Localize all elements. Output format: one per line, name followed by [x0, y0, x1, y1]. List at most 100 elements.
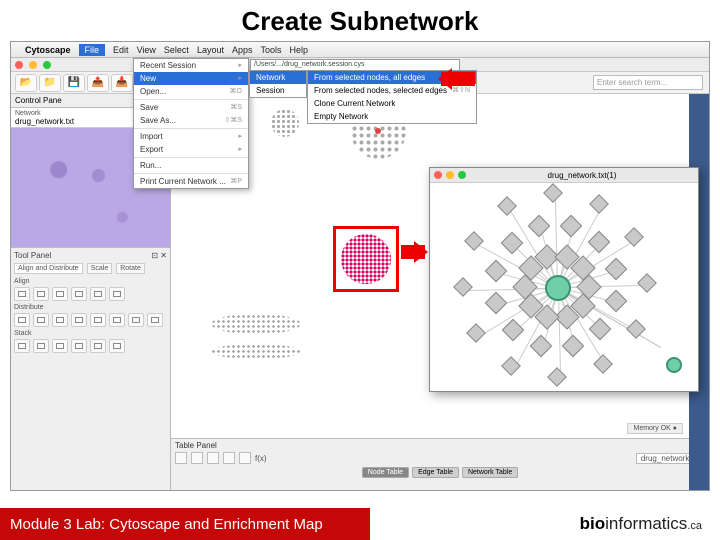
- tab-scale[interactable]: Scale: [87, 263, 113, 274]
- close-icon[interactable]: [15, 61, 23, 69]
- tab-edge-table[interactable]: Edge Table: [412, 467, 459, 478]
- menu-view[interactable]: View: [137, 45, 156, 55]
- table-copy-button[interactable]: [223, 452, 235, 464]
- drug-node[interactable]: [588, 230, 611, 253]
- section-stack: Stack: [14, 330, 167, 337]
- drug-node[interactable]: [529, 335, 552, 358]
- menu-save-as[interactable]: Save As...⇧⌘S: [134, 114, 248, 127]
- minimize-icon[interactable]: [29, 61, 37, 69]
- subnetwork-window[interactable]: drug_network.txt(1): [429, 167, 699, 392]
- align-btn[interactable]: [14, 287, 30, 301]
- distribute-btn[interactable]: [14, 313, 30, 327]
- stack-btn[interactable]: [33, 339, 49, 353]
- menu-layout[interactable]: Layout: [197, 45, 224, 55]
- align-btn[interactable]: [52, 287, 68, 301]
- tab-align-distribute[interactable]: Align and Distribute: [14, 263, 83, 274]
- zoom-icon[interactable]: [458, 171, 466, 179]
- menu-new[interactable]: New▸: [134, 72, 248, 85]
- drug-node[interactable]: [497, 197, 517, 217]
- align-btn[interactable]: [71, 287, 87, 301]
- table-import-button[interactable]: [191, 452, 203, 464]
- distribute-btn[interactable]: [128, 313, 144, 327]
- save-button[interactable]: 💾: [63, 74, 85, 92]
- table-add-button[interactable]: [175, 452, 187, 464]
- outlier-node[interactable]: [666, 357, 682, 373]
- label: Empty Network: [314, 112, 368, 121]
- align-btn[interactable]: [109, 287, 125, 301]
- network-cluster[interactable]: [271, 109, 299, 137]
- network-item[interactable]: drug_network.txt: [15, 117, 74, 126]
- drug-node[interactable]: [501, 319, 524, 342]
- menu-run[interactable]: Run...: [134, 159, 248, 172]
- menu-edit[interactable]: Edit: [113, 45, 129, 55]
- distribute-btn[interactable]: [109, 313, 125, 327]
- distribute-btn[interactable]: [147, 313, 163, 327]
- menu-print[interactable]: Print Current Network ...⌘P: [134, 175, 248, 188]
- stack-btn[interactable]: [90, 339, 106, 353]
- drug-node[interactable]: [589, 194, 609, 214]
- tab-node-table[interactable]: Node Table: [362, 467, 409, 478]
- menu-help[interactable]: Help: [290, 45, 309, 55]
- selected-subnetwork[interactable]: [341, 234, 391, 284]
- distribute-btn[interactable]: [90, 313, 106, 327]
- menu-import[interactable]: Import▸: [134, 130, 248, 143]
- menu-open[interactable]: Open...⌘O: [134, 85, 248, 98]
- distribute-btn[interactable]: [33, 313, 49, 327]
- stack-btn[interactable]: [52, 339, 68, 353]
- tool-panel-close-icon[interactable]: ⊡ ✕: [151, 251, 167, 260]
- menu-select[interactable]: Select: [164, 45, 189, 55]
- drug-node[interactable]: [453, 277, 473, 297]
- align-btn[interactable]: [90, 287, 106, 301]
- stack-btn[interactable]: [109, 339, 125, 353]
- stack-btn[interactable]: [71, 339, 87, 353]
- drug-node[interactable]: [593, 354, 613, 374]
- minimize-icon[interactable]: [446, 171, 454, 179]
- menu-export[interactable]: Export▸: [134, 143, 248, 156]
- drug-node[interactable]: [547, 367, 567, 387]
- subnetwork-canvas[interactable]: [430, 183, 698, 391]
- menu-recent-session[interactable]: Recent Session▸: [134, 59, 248, 72]
- table-delete-button[interactable]: [207, 452, 219, 464]
- drug-node[interactable]: [560, 215, 583, 238]
- subnet-clone[interactable]: Clone Current Network: [308, 97, 476, 110]
- tab-network-table[interactable]: Network Table: [462, 467, 518, 478]
- menu-file[interactable]: File: [79, 44, 106, 56]
- distribute-btn[interactable]: [71, 313, 87, 327]
- drug-node[interactable]: [464, 231, 484, 251]
- menu-save[interactable]: Save⌘S: [134, 101, 248, 114]
- module-label: Module 3 Lab: Cytoscape and Enrichment M…: [0, 508, 370, 540]
- table-columns-button[interactable]: [239, 452, 251, 464]
- menu-apps[interactable]: Apps: [232, 45, 253, 55]
- drug-node[interactable]: [604, 258, 627, 281]
- drug-node[interactable]: [528, 215, 551, 238]
- open-session-button[interactable]: 📂: [15, 74, 37, 92]
- brand-tld: .ca: [687, 520, 702, 532]
- fx-label[interactable]: f(x): [255, 454, 267, 463]
- tab-rotate[interactable]: Rotate: [116, 263, 145, 274]
- drug-node[interactable]: [485, 259, 508, 282]
- distribute-btn[interactable]: [52, 313, 68, 327]
- drug-node[interactable]: [637, 273, 657, 293]
- search-input[interactable]: Enter search term...: [593, 75, 703, 90]
- drug-node[interactable]: [605, 290, 628, 313]
- drug-node[interactable]: [467, 323, 487, 343]
- submenu-network[interactable]: Network: [250, 71, 306, 84]
- drug-node[interactable]: [626, 319, 646, 339]
- stack-btn[interactable]: [14, 339, 30, 353]
- network-cluster[interactable]: [211, 344, 301, 359]
- new-session-button[interactable]: 📁: [39, 74, 61, 92]
- menu-tools[interactable]: Tools: [260, 45, 281, 55]
- drug-node[interactable]: [485, 291, 508, 314]
- zoom-icon[interactable]: [43, 61, 51, 69]
- close-icon[interactable]: [434, 171, 442, 179]
- import-button[interactable]: 📤: [87, 74, 109, 92]
- drug-node[interactable]: [543, 183, 563, 203]
- hub-node[interactable]: [545, 275, 571, 301]
- export-button[interactable]: 📥: [111, 74, 133, 92]
- network-cluster[interactable]: [211, 314, 301, 334]
- align-btn[interactable]: [33, 287, 49, 301]
- app-name[interactable]: Cytoscape: [25, 45, 71, 55]
- subnet-empty[interactable]: Empty Network: [308, 110, 476, 123]
- submenu-session[interactable]: Session: [250, 84, 306, 97]
- drug-node[interactable]: [561, 334, 584, 357]
